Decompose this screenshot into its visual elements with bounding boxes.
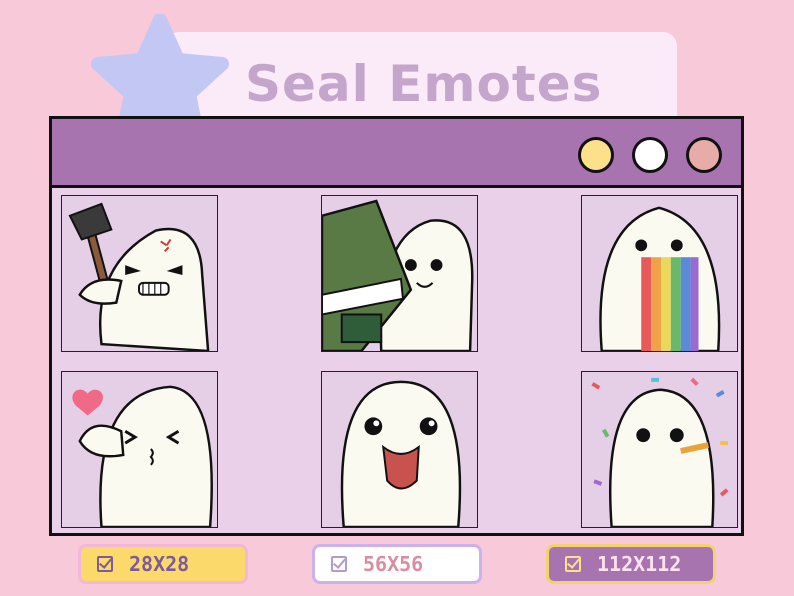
emote-tile-rainbow-vomit[interactable] (581, 195, 738, 352)
size-label: 28X28 (129, 552, 190, 576)
checkbox-icon (565, 556, 581, 572)
emote-tile-confetti-party[interactable] (581, 371, 738, 528)
size-label: 112X112 (597, 552, 682, 576)
emote-window (49, 116, 744, 536)
window-dot-pink[interactable] (686, 137, 722, 173)
seal-rainbow-icon (599, 206, 721, 351)
seal-axe-icon (68, 202, 210, 351)
window-dot-white[interactable] (632, 137, 668, 173)
size-button-112[interactable]: 112X112 (546, 544, 716, 584)
window-dot-yellow[interactable] (578, 137, 614, 173)
emote-tile-finger-heart[interactable] (61, 371, 218, 528)
page-title: Seal Emotes (245, 55, 603, 113)
emote-tile-axe-angry[interactable] (61, 195, 218, 352)
checkbox-icon (97, 556, 113, 572)
size-label: 56X56 (363, 552, 424, 576)
checkbox-icon (331, 556, 347, 572)
seal-confetti-icon (591, 377, 729, 527)
seal-heart-icon (72, 385, 213, 527)
emote-tile-tongue-out[interactable] (321, 371, 478, 528)
seal-money-icon (322, 199, 474, 351)
window-titlebar (52, 119, 741, 188)
seal-tongue-icon (340, 380, 462, 527)
size-button-56[interactable]: 56X56 (312, 544, 482, 584)
size-button-28[interactable]: 28X28 (78, 544, 248, 584)
emote-tile-money-stack[interactable] (321, 195, 478, 352)
